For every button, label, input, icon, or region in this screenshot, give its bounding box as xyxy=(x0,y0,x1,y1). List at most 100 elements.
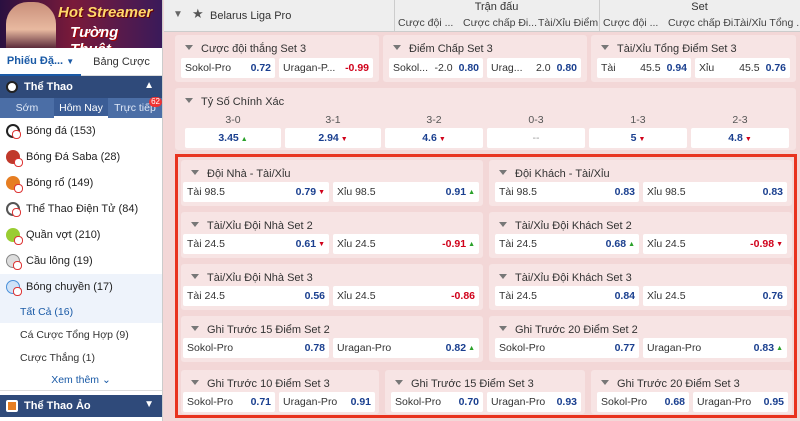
side-label: Tài xyxy=(601,62,616,74)
odds-button[interactable]: Tài 45.5 0.94 xyxy=(597,58,691,78)
odds-button[interactable]: Uragan-Pro 0.83 ▲ xyxy=(643,338,787,358)
market-title: Ghi Trước 15 Điểm Set 3 xyxy=(395,378,534,390)
sub-item-parlay[interactable]: Cá Cược Tổng Hợp (9) xyxy=(0,323,162,346)
shuttlecock-icon xyxy=(6,254,22,270)
sport-item-basketball[interactable]: Bóng rổ (149) xyxy=(0,170,162,196)
score-label: 3-2 xyxy=(426,114,442,126)
market-card: Đội Khách - Tài/Xỉu Tài 98.5 0.83 Xỉu 98.… xyxy=(489,160,792,206)
score-option[interactable]: 2-3 4.8 ▼ xyxy=(691,114,789,148)
virtual-sports-header[interactable]: Thể Thao Ảo ▼ xyxy=(0,395,162,417)
odds-value: -0.99 xyxy=(345,62,369,74)
odds-button[interactable]: Sokol-Pro 0.71 xyxy=(183,392,275,412)
odds-button[interactable]: Sokol-Pro 0.72 xyxy=(181,58,275,78)
sub-item-outright[interactable]: Cược Thắng (1) xyxy=(0,346,162,369)
show-more-button[interactable]: Xem thêm ⌄ xyxy=(0,369,162,391)
odds-button[interactable]: Uragan-Pro 0.95 xyxy=(693,392,788,412)
arrow-down-icon: ▼ xyxy=(318,240,325,248)
odds-button[interactable]: Uragan-Pro 0.91 xyxy=(279,392,375,412)
score-label: 3-1 xyxy=(325,114,341,126)
market-card: Ghi Trước 10 Điểm Set 3 Sokol-Pro 0.71 Ur… xyxy=(181,370,379,414)
score-option[interactable]: 1-3 5 ▼ xyxy=(589,114,687,148)
odds-button[interactable]: Sokol-Pro 0.68 xyxy=(597,392,689,412)
odds-button[interactable]: Uragan-Pro 0.82 ▲ xyxy=(333,338,479,358)
team-label: Uragan-Pro xyxy=(647,342,702,354)
sports-section-header[interactable]: Thể Thao ▲ xyxy=(0,76,162,98)
odds-value: 0.80 xyxy=(458,62,479,74)
odds-value: 0.83 xyxy=(753,342,775,354)
saba-soccer-icon xyxy=(6,150,23,167)
odds-button[interactable]: Xỉu 24.5 -0.91 ▲ xyxy=(333,234,479,254)
score-option[interactable]: 3-0 3.45 ▲ xyxy=(185,114,281,148)
tab-bet-slip[interactable]: Phiếu Đặ... ▼ xyxy=(0,48,81,76)
odds-value: 0.61 xyxy=(295,238,317,250)
star-icon[interactable]: ★ xyxy=(192,6,204,22)
sport-label: Bóng chuyền (17) xyxy=(26,281,113,293)
score-option[interactable]: 0-3 -- xyxy=(487,114,585,148)
sport-item-esports[interactable]: Thể Thao Điện Tử (84) xyxy=(0,196,162,222)
promo-banner[interactable]: Hot Streamer Tường Thuật xyxy=(0,0,162,48)
team-label: Uragan-P... xyxy=(283,62,336,74)
line-value: 45.5 xyxy=(640,62,661,74)
odds-button[interactable]: Xỉu 24.5 -0.86 xyxy=(333,286,479,306)
odds-value: 0.84 xyxy=(614,290,635,302)
market-card: Điểm Chấp Set 3 Sokol... -2.0 0.80 Urag...… xyxy=(383,35,587,82)
odds-button[interactable]: Sokol-Pro 0.78 xyxy=(183,338,329,358)
odds-button[interactable]: Urag... 2.0 0.80 xyxy=(487,58,581,78)
side-label: Xỉu 98.5 xyxy=(337,186,376,198)
tab-bet-board[interactable]: Bảng Cược xyxy=(81,56,162,68)
side-label: Xỉu xyxy=(699,62,715,74)
odds-button[interactable]: Sokol... -2.0 0.80 xyxy=(389,58,483,78)
sport-item-saba-soccer[interactable]: Bóng Đá Saba (28) xyxy=(0,144,162,170)
odds-button[interactable]: Tài 98.5 0.83 xyxy=(495,182,639,202)
sport-item-volleyball[interactable]: Bóng chuyền (17) xyxy=(0,274,162,300)
arrow-up-icon: ▲ xyxy=(240,136,248,143)
col-header: Cược đội ... xyxy=(398,17,454,29)
market-title: Ghi Trước 10 Điểm Set 3 xyxy=(191,378,330,390)
odds-value: 0.71 xyxy=(250,396,271,408)
arrow-up-icon: ▲ xyxy=(468,240,475,248)
line-value: 45.5 xyxy=(739,62,760,74)
odds-button[interactable]: Sokol-Pro 0.77 xyxy=(495,338,639,358)
score-option[interactable]: 3-2 4.6 ▼ xyxy=(385,114,483,148)
arrow-down-icon: ▼ xyxy=(744,136,752,143)
odds-value: 2.94 xyxy=(318,132,339,144)
tab-early[interactable]: Sớm xyxy=(0,98,54,118)
score-option[interactable]: 3-1 2.94 ▼ xyxy=(285,114,381,148)
sport-item-tennis[interactable]: Quần vợt (210) xyxy=(0,222,162,248)
streamer-image xyxy=(6,2,56,48)
market-title: Điểm Chấp Set 3 xyxy=(393,43,493,55)
tab-today[interactable]: Hôm Nay xyxy=(54,98,108,118)
odds-button[interactable]: Tài 24.5 0.84 xyxy=(495,286,639,306)
team-label: Uragan-Pro xyxy=(697,396,752,408)
chevron-down-icon[interactable]: ▼ xyxy=(173,9,183,20)
odds-button[interactable]: Xỉu 98.5 0.91 ▲ xyxy=(333,182,479,202)
odds-button[interactable]: Tài 98.5 0.79 ▼ xyxy=(183,182,329,202)
sport-item-soccer[interactable]: Bóng đá (153) xyxy=(0,118,162,144)
odds-button[interactable]: Xỉu 45.5 0.76 xyxy=(695,58,790,78)
odds-value: 0.91 xyxy=(445,186,467,198)
sport-item-badminton[interactable]: Cầu lông (19) xyxy=(0,248,162,274)
score-odds: 4.8 ▼ xyxy=(691,128,789,148)
odds-button[interactable]: Uragan-Pro 0.93 xyxy=(487,392,581,412)
odds-button[interactable]: Tài 24.5 0.56 xyxy=(183,286,329,306)
arrow-up-icon: ▲ xyxy=(628,240,635,248)
sub-item-all[interactable]: Tất Cả (16) xyxy=(0,300,162,323)
odds-button[interactable]: Xỉu 24.5 -0.98 ▼ xyxy=(643,234,787,254)
odds-button[interactable]: Xỉu 24.5 0.76 xyxy=(643,286,787,306)
score-label: 2-3 xyxy=(732,114,748,126)
market-title: Đội Khách - Tài/Xỉu xyxy=(499,168,610,180)
col-header: Cược chấp Đi... xyxy=(668,17,742,29)
score-label: 3-0 xyxy=(225,114,241,126)
odds-button[interactable]: Sokol-Pro 0.70 xyxy=(391,392,483,412)
arrow-up-icon: ▲ xyxy=(468,188,475,196)
chevron-down-icon: ⌄ xyxy=(101,374,111,386)
odds-button[interactable]: Tài 24.5 0.68 ▲ xyxy=(495,234,639,254)
odds-button[interactable]: Uragan-P... -0.99 xyxy=(279,58,373,78)
odds-button[interactable]: Xỉu 98.5 0.83 xyxy=(643,182,787,202)
odds-value: 0.82 xyxy=(445,342,467,354)
odds-value: -0.98 xyxy=(750,238,775,250)
tennis-ball-icon xyxy=(6,228,23,245)
odds-button[interactable]: Tài 24.5 0.61 ▼ xyxy=(183,234,329,254)
tab-live[interactable]: Trực tiếp 62 xyxy=(108,97,162,118)
odds-value: 0.77 xyxy=(614,342,635,354)
